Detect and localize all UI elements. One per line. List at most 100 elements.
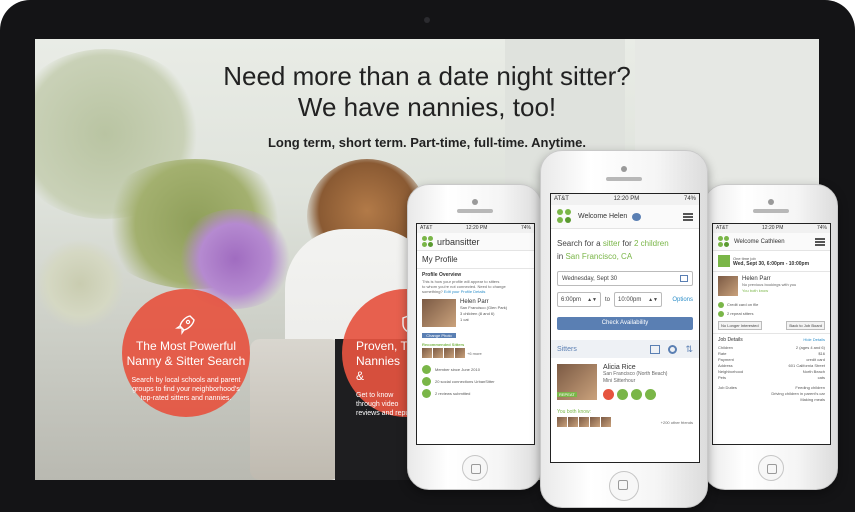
job-summary: One time job Wed, Sept 30, 6:00pm - 10:0… xyxy=(713,251,830,271)
feature-title-line1: The Most Powerful xyxy=(135,339,237,353)
more-sitters-link[interactable]: +6 more xyxy=(467,351,482,356)
phone-speaker xyxy=(752,209,789,213)
hero-subheadline: Long term, short term. Part-time, full-t… xyxy=(267,135,587,150)
feature-search-card[interactable]: The Most Powerful Nanny & Sitter Search … xyxy=(122,289,250,417)
home-button[interactable] xyxy=(461,455,488,481)
clock: 12:20 PM xyxy=(466,225,488,231)
change-photo-button[interactable]: Change Photo xyxy=(422,333,456,338)
back-to-job-board-button[interactable]: Back to Job Board xyxy=(786,321,825,330)
book-icon[interactable] xyxy=(631,389,642,400)
status-bar: AT&T 12:20 PM 74% xyxy=(551,194,699,205)
friend-thumb[interactable] xyxy=(568,417,578,427)
section-title: Profile Overview xyxy=(422,272,462,278)
friend-thumb[interactable] xyxy=(557,417,567,427)
battery: 74% xyxy=(683,196,696,202)
favorite-icon[interactable] xyxy=(645,389,656,400)
decline-icon[interactable] xyxy=(603,389,614,400)
job-details-title: Job Details xyxy=(718,337,743,343)
messages-icon[interactable] xyxy=(632,212,642,221)
phone-camera xyxy=(767,199,774,205)
card-on-file: Credit card on file xyxy=(727,302,759,307)
phone-profile: AT&T 12:20 PM 74% urbansitter My Profile… xyxy=(407,184,542,490)
phone-search: AT&T 12:20 PM 74% Welcome Helen Search f… xyxy=(540,150,708,508)
options-link[interactable]: Options xyxy=(672,297,693,303)
status-bar: AT&T 12:20 PM 74% xyxy=(417,224,534,233)
time-from-select[interactable]: 6:00pm ▲▼ xyxy=(557,292,601,307)
calendar-icon xyxy=(680,275,688,282)
brand-name: urbansitter xyxy=(437,236,480,247)
hero-headline-line1: Need more than a date night sitter? xyxy=(223,61,631,91)
message-icon[interactable] xyxy=(617,389,628,400)
app-header: Welcome Helen xyxy=(551,205,699,229)
feature-title-line2: Nanny & Sitter Search xyxy=(126,354,246,368)
care-type-selector[interactable]: sitter xyxy=(603,239,620,248)
date-field[interactable]: Wednesday, Sept 30 xyxy=(557,271,693,286)
status-bar: AT&T 12:20 PM 74% xyxy=(713,224,830,233)
time-to-select[interactable]: 10:00pm ▲▼ xyxy=(614,292,663,307)
stats-list: Member since June 2010 20 social connect… xyxy=(417,358,534,399)
home-button[interactable] xyxy=(609,471,639,501)
phone-job-screen: AT&T 12:20 PM 74% Welcome Cathleen One t… xyxy=(712,223,831,445)
job-actions: No Longer Interested Back to Job Board xyxy=(713,318,830,333)
city-selector[interactable]: San Francisco, CA xyxy=(565,252,632,261)
children-count-selector[interactable]: 2 children xyxy=(634,239,669,248)
app-header: urbansitter xyxy=(417,233,534,251)
phone-speaker xyxy=(456,209,493,213)
sitter-card[interactable]: REPEAT Alicia Rice San Francisco (North … xyxy=(551,358,699,405)
search-sentence: Search for a sitter for 2 children in Sa… xyxy=(551,229,699,267)
sitter-subtitle: Mini Sitterhour xyxy=(603,378,636,384)
sitter-thumb[interactable] xyxy=(422,348,432,358)
people-icon xyxy=(422,376,431,386)
parent-avatar xyxy=(718,276,738,296)
repeat-sitters: 2 repeat sitters xyxy=(727,311,754,316)
sitter-thumb[interactable] xyxy=(433,348,443,358)
menu-icon[interactable] xyxy=(815,237,825,246)
not-interested-button[interactable]: No Longer Interested xyxy=(718,321,762,330)
time-to-label: to xyxy=(605,296,611,303)
rocket-icon xyxy=(175,315,195,335)
sitter-thumb[interactable] xyxy=(455,348,465,358)
menu-icon[interactable] xyxy=(683,212,693,221)
check-icon xyxy=(718,301,724,308)
welcome-text: Welcome Helen xyxy=(578,213,628,220)
hide-details-link[interactable]: Hide Details xyxy=(803,337,825,343)
friend-thumb[interactable] xyxy=(590,417,600,427)
feature-body-line3: top-rated sitters and nannies. xyxy=(140,395,232,402)
clock: 12:20 PM xyxy=(613,196,640,202)
planter xyxy=(35,239,125,329)
sort-icon[interactable]: ⇅ xyxy=(685,344,693,355)
edit-profile-link[interactable]: Edit your Profile Details xyxy=(444,289,486,294)
more-friends-link[interactable]: +200 other friends xyxy=(661,420,693,425)
profile-avatar xyxy=(422,299,456,327)
phone-camera xyxy=(471,199,478,205)
social-connections: 20 social connections UrbanSitter xyxy=(435,378,495,384)
detail-row: Pets cats xyxy=(718,375,825,380)
sitters-toolbar: Sitters ⇅ xyxy=(551,340,699,358)
page-title: My Profile xyxy=(422,255,458,264)
parent-card[interactable]: Helen Parr No previous bookings with you… xyxy=(713,272,830,300)
check-availability-button[interactable]: Check Availability xyxy=(557,317,693,330)
search-icon[interactable] xyxy=(668,344,678,354)
feature-body-line2: groups to find your neighborhood's xyxy=(132,386,240,393)
profile-pets: 1 cat xyxy=(460,317,469,322)
feature2-title-line2: Nannies & xyxy=(356,354,401,383)
search-prefix: Search for a xyxy=(557,239,601,248)
sitter-thumb[interactable] xyxy=(444,348,454,358)
profile-notice: This is how your profile will appear to … xyxy=(417,279,534,294)
friend-thumb[interactable] xyxy=(579,417,589,427)
friend-thumb[interactable] xyxy=(601,417,611,427)
feature2-body-line2: through video xyxy=(356,401,399,408)
home-button[interactable] xyxy=(757,455,784,481)
profile-card: Change Photo Helen Parr San Francisco (G… xyxy=(417,294,534,338)
job-details-table: Children 2 (ages 4 and 6) Rate $16 Payment… xyxy=(713,345,830,403)
hero-headline-line2: We have nannies, too! xyxy=(297,92,557,122)
carrier: AT&T xyxy=(420,225,433,231)
time-range: 6:00pm ▲▼ to 10:00pm ▲▼ Options xyxy=(557,292,693,307)
app-header: Welcome Cathleen xyxy=(713,233,830,251)
calendar-icon xyxy=(422,364,431,374)
search-in: in xyxy=(557,252,564,261)
grid-view-icon[interactable] xyxy=(650,344,661,354)
date-value: Wednesday, Sept 30 xyxy=(562,275,618,282)
welcome-text: Welcome Cathleen xyxy=(734,238,785,245)
camera-dot xyxy=(424,17,430,23)
